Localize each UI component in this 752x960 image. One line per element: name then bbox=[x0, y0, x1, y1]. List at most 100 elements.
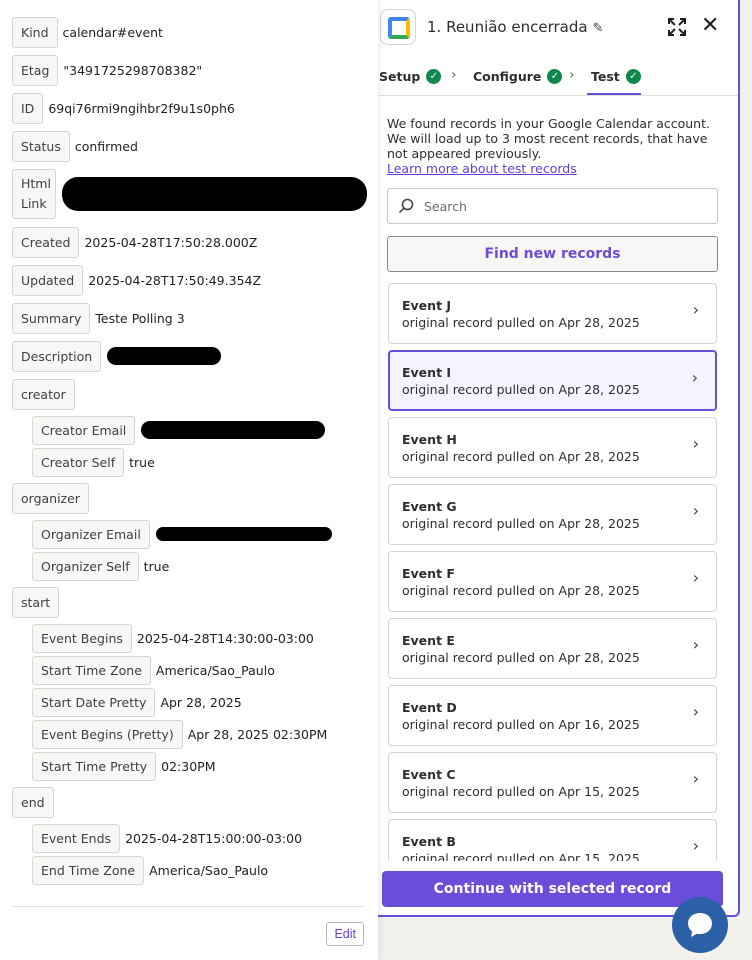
field-description: Description bbox=[0, 340, 378, 372]
record-subtitle: original record pulled on Apr 28, 2025 bbox=[402, 315, 640, 330]
record-item-selected[interactable]: Event I original record pulled on Apr 28… bbox=[388, 350, 717, 411]
record-fields-list[interactable]: Kind calendar#event Etag "34917252987083… bbox=[0, 0, 378, 906]
find-new-records-button[interactable]: Find new records bbox=[387, 236, 718, 272]
field-event-ends: Event Ends 2025-04-28T15:00:00-03:00 bbox=[0, 823, 378, 853]
field-organizer-self: Organizer Self true bbox=[0, 551, 378, 581]
field-key: Status bbox=[12, 130, 70, 162]
field-key: Html Link bbox=[12, 169, 56, 219]
field-key: Start Time Zone bbox=[32, 655, 151, 685]
tab-test[interactable]: Test ✓ bbox=[591, 69, 641, 84]
field-value: America/Sao_Paulo bbox=[149, 862, 269, 878]
record-name: Event I bbox=[402, 365, 452, 380]
record-subtitle: original record pulled on Apr 28, 2025 bbox=[402, 382, 640, 397]
step-tabs: Setup ✓ › Configure ✓ › Test ✓ bbox=[378, 56, 738, 96]
field-start-date-pretty: Start Date Pretty Apr 28, 2025 bbox=[0, 687, 378, 717]
chevron-right-icon: › bbox=[692, 836, 699, 855]
field-updated: Updated 2025-04-28T17:50:49.354Z bbox=[0, 264, 378, 296]
group-creator: creator bbox=[0, 378, 378, 410]
tab-setup[interactable]: Setup ✓ bbox=[379, 69, 442, 84]
record-details-panel: Kind calendar#event Etag "34917252987083… bbox=[0, 0, 378, 960]
field-value: 2025-04-28T17:50:49.354Z bbox=[88, 272, 262, 288]
tab-label: Configure bbox=[473, 69, 542, 84]
tab-label: Test bbox=[591, 69, 620, 84]
field-end-time-zone: End Time Zone America/Sao_Paulo bbox=[0, 855, 378, 885]
record-item[interactable]: Event B original record pulled on Apr 15… bbox=[388, 819, 717, 861]
tab-label: Setup bbox=[379, 69, 421, 84]
record-item[interactable]: Event F original record pulled on Apr 28… bbox=[388, 551, 717, 612]
check-icon: ✓ bbox=[426, 69, 442, 84]
group-key: start bbox=[12, 586, 60, 618]
google-calendar-icon bbox=[380, 9, 416, 45]
field-kind: Kind calendar#event bbox=[0, 16, 378, 48]
check-icon: ✓ bbox=[625, 69, 641, 84]
field-key: Creator Email bbox=[32, 415, 136, 445]
record-name: Event F bbox=[402, 566, 455, 581]
redacted-value bbox=[141, 421, 326, 439]
field-key: Event Begins (Pretty) bbox=[32, 719, 183, 749]
pencil-icon[interactable]: ✎ bbox=[593, 21, 604, 36]
field-event-begins-pretty: Event Begins (Pretty) Apr 28, 2025 02:30… bbox=[0, 719, 378, 749]
field-status: Status confirmed bbox=[0, 130, 378, 162]
field-value: 69qi76rmi9ngihbr2f9u1s0ph6 bbox=[48, 100, 235, 116]
record-subtitle: original record pulled on Apr 15, 2025 bbox=[402, 851, 640, 861]
record-item[interactable]: Event D original record pulled on Apr 16… bbox=[388, 685, 717, 746]
field-key: Organizer Email bbox=[32, 519, 150, 549]
record-item[interactable]: Event H original record pulled on Apr 28… bbox=[388, 417, 717, 478]
continue-with-selected-record-button[interactable]: Continue with selected record bbox=[382, 871, 723, 907]
record-subtitle: original record pulled on Apr 15, 2025 bbox=[402, 784, 640, 799]
record-item[interactable]: Event C original record pulled on Apr 15… bbox=[388, 752, 717, 813]
chevron-right-icon: › bbox=[692, 300, 699, 319]
field-key: Description bbox=[12, 340, 102, 372]
field-value: confirmed bbox=[74, 138, 138, 154]
field-value: true bbox=[129, 454, 155, 470]
field-event-begins: Event Begins 2025-04-28T14:30:00-03:00 bbox=[0, 623, 378, 653]
field-key: Event Begins bbox=[32, 623, 132, 653]
record-item[interactable]: Event E original record pulled on Apr 28… bbox=[388, 618, 717, 679]
field-creator-email: Creator Email bbox=[0, 415, 378, 445]
record-item[interactable]: Event G original record pulled on Apr 28… bbox=[388, 484, 717, 545]
record-name: Event E bbox=[402, 633, 455, 648]
field-key: Event Ends bbox=[32, 823, 121, 853]
group-organizer: organizer bbox=[0, 482, 378, 514]
search-input[interactable]: Search bbox=[387, 188, 718, 224]
record-item[interactable]: Event J original record pulled on Apr 28… bbox=[388, 283, 717, 344]
field-key: Start Date Pretty bbox=[32, 687, 156, 717]
group-key: end bbox=[12, 786, 54, 818]
step-panel: 1. Reunião encerrada ✎ ✕ Setup ✓ › Configu… bbox=[378, 0, 740, 917]
field-creator-self: Creator Self true bbox=[0, 447, 378, 477]
chevron-right-icon: › bbox=[692, 501, 699, 520]
field-organizer-email: Organizer Email bbox=[0, 519, 378, 549]
info-text: We found records in your Google Calendar… bbox=[387, 116, 710, 161]
chevron-right-icon: › bbox=[692, 635, 699, 654]
field-value: 2025-04-28T14:30:00-03:00 bbox=[136, 630, 314, 646]
redacted-value bbox=[155, 527, 332, 541]
field-value: Apr 28, 2025 bbox=[160, 694, 242, 710]
field-value: calendar#event bbox=[62, 24, 163, 40]
field-key: Creator Self bbox=[32, 447, 125, 477]
step-header: 1. Reunião encerrada ✎ ✕ bbox=[378, 0, 738, 56]
record-subtitle: original record pulled on Apr 28, 2025 bbox=[402, 516, 640, 531]
chevron-right-icon: › bbox=[692, 434, 699, 453]
redacted-value bbox=[107, 347, 222, 365]
field-id: ID 69qi76rmi9ngihbr2f9u1s0ph6 bbox=[0, 92, 378, 124]
edit-button[interactable]: Edit bbox=[326, 922, 364, 946]
chat-bubble-icon bbox=[688, 913, 712, 937]
close-icon[interactable]: ✕ bbox=[701, 14, 719, 38]
chat-support-button[interactable] bbox=[672, 897, 728, 953]
field-key: Etag bbox=[12, 54, 59, 86]
field-key: Summary bbox=[12, 302, 91, 334]
field-summary: Summary Teste Polling 3 bbox=[0, 302, 378, 334]
tab-configure[interactable]: Configure ✓ bbox=[473, 69, 563, 84]
record-name: Event G bbox=[402, 499, 457, 514]
chevron-right-icon: › bbox=[569, 67, 575, 83]
learn-more-link[interactable]: Learn more about test records bbox=[387, 161, 722, 176]
record-subtitle: original record pulled on Apr 28, 2025 bbox=[402, 650, 640, 665]
redacted-value bbox=[62, 177, 367, 211]
record-name: Event C bbox=[402, 767, 456, 782]
records-list[interactable]: Event J original record pulled on Apr 28… bbox=[388, 283, 718, 861]
step-title[interactable]: 1. Reunião encerrada ✎ bbox=[427, 18, 603, 36]
field-key: ID bbox=[12, 92, 44, 124]
record-panel-footer: Edit bbox=[12, 906, 364, 960]
test-info: We found records in your Google Calendar… bbox=[387, 116, 722, 176]
expand-icon[interactable] bbox=[667, 17, 687, 37]
